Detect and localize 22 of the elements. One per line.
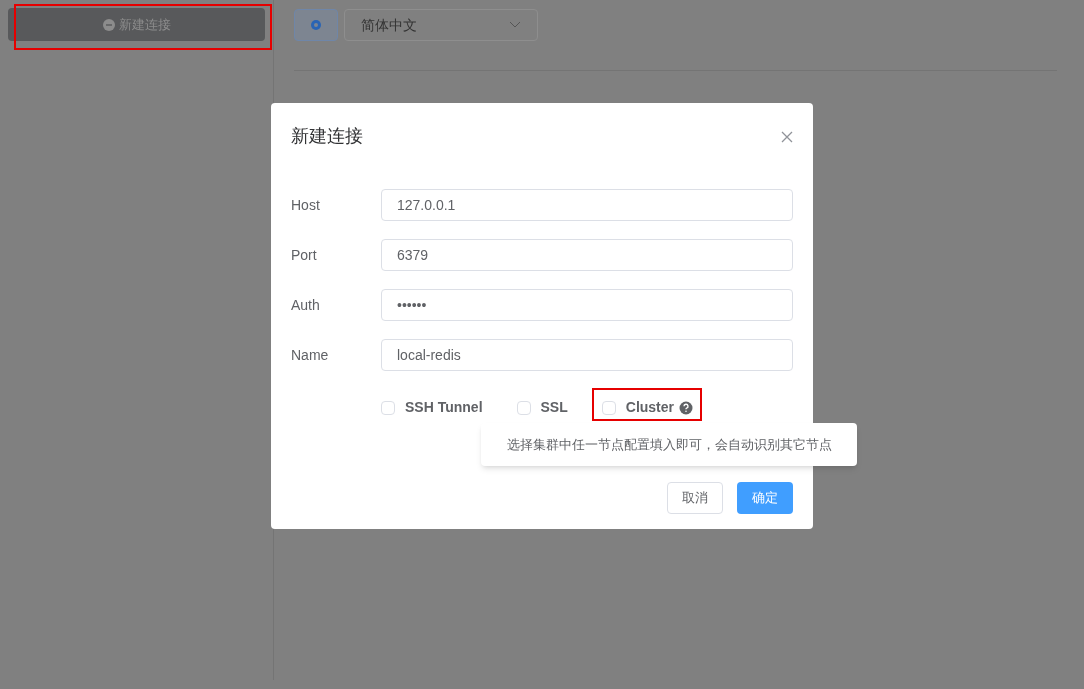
input-field[interactable]: local-redis [381, 339, 793, 371]
checkbox-label[interactable]: SSL [540, 397, 568, 418]
tooltip: 选择集群中任一节点配置填入即可，会自动识别其它节点 [481, 423, 857, 466]
checkbox[interactable] [601, 400, 616, 415]
checkbox[interactable] [381, 400, 395, 415]
field-label: Auth [291, 295, 321, 315]
input-field[interactable]: 127.0.0.1 [381, 189, 793, 221]
field-label: Port [291, 245, 318, 265]
checkbox-label[interactable]: Cluster [625, 397, 674, 418]
language-select[interactable]: 简体中文 [344, 9, 538, 41]
input-field[interactable]: •••••• [381, 289, 793, 321]
chevron-down-icon [509, 21, 521, 29]
checkbox-label[interactable]: SSH Tunnel [405, 397, 483, 418]
close-icon[interactable] [781, 130, 793, 143]
settings-button[interactable] [294, 9, 338, 41]
input-field[interactable]: 6379 [381, 239, 793, 271]
field-label: Host [291, 195, 321, 215]
checkbox[interactable] [516, 400, 531, 415]
dialog-title: 新建连接 [291, 125, 363, 148]
help-icon[interactable] [679, 400, 693, 415]
field-label: Name [291, 345, 330, 365]
cancel-button[interactable]: 取消 [667, 482, 723, 514]
